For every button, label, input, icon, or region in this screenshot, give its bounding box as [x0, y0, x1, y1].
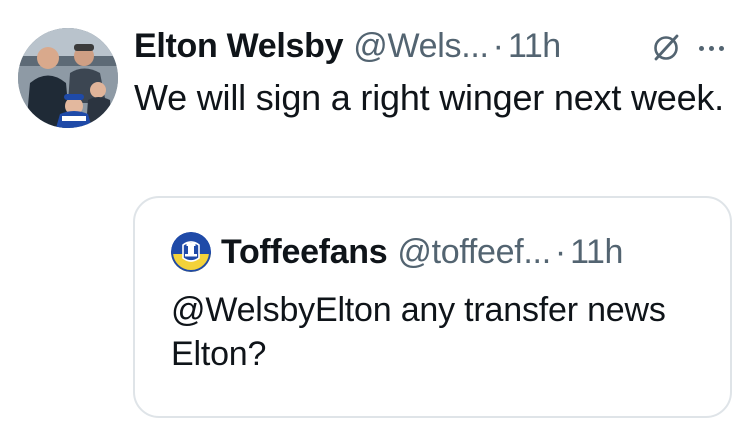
more-dot — [708, 45, 714, 51]
quoted-author-avatar — [171, 232, 211, 272]
author-display-name[interactable]: Elton Welsby — [134, 27, 344, 66]
more-dot — [718, 45, 724, 51]
tweet-timestamp[interactable]: 11h — [508, 27, 561, 66]
author-avatar[interactable] — [18, 28, 118, 128]
separator-dot: · — [492, 26, 504, 65]
profile-photo-icon — [18, 28, 118, 128]
quoted-tweet-header: Toffeefans @toffeef... · 11h — [171, 232, 623, 272]
grok-icon[interactable] — [646, 28, 686, 68]
quoted-author-display-name[interactable]: Toffeefans — [221, 233, 388, 272]
tweet[interactable]: Elton Welsby @Wels... · 11h We will sign… — [0, 0, 750, 429]
more-dot — [698, 45, 704, 51]
quoted-separator-dot: · — [554, 232, 567, 271]
quoted-author-handle[interactable]: @toffeef... — [397, 233, 551, 272]
more-options-icon[interactable] — [690, 30, 732, 66]
tweet-text: We will sign a right winger next week. — [134, 77, 724, 118]
author-handle[interactable]: @Wels... — [353, 27, 489, 66]
quoted-tweet-timestamp[interactable]: 11h — [570, 233, 623, 272]
quoted-tweet-text: @WelsbyElton any transfer news Elton? — [171, 291, 666, 373]
tweet-header: Elton Welsby @Wels... · 11h — [134, 24, 561, 68]
everton-crest-icon — [171, 232, 211, 272]
quoted-tweet[interactable]: Toffeefans @toffeef... · 11h @WelsbyElto… — [133, 196, 732, 418]
